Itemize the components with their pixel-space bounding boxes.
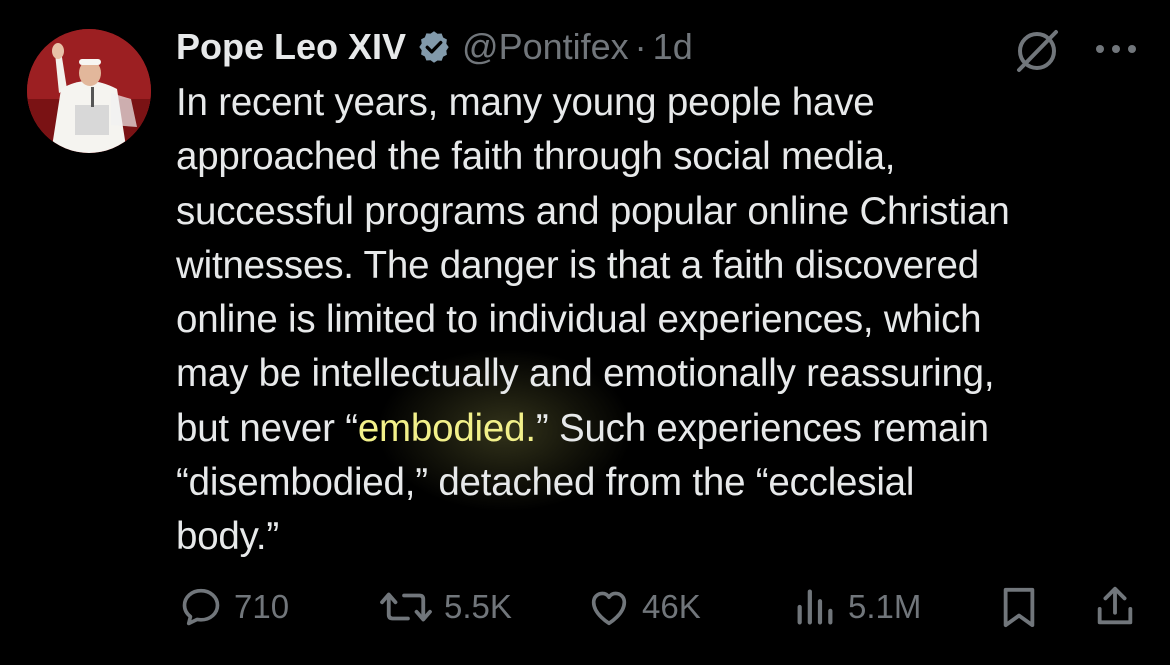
like-button[interactable]: 46K (586, 584, 701, 630)
tweet[interactable]: Pope Leo XIV @Pontifex · 1d In recent ye… (0, 0, 1170, 665)
views-button[interactable]: 5.1M (792, 584, 921, 630)
share-icon (1097, 586, 1133, 625)
post-text-line: but never “embodied.” Such experiences r… (176, 402, 1146, 456)
repost-icon (380, 592, 432, 622)
verified-badge-icon (416, 29, 452, 65)
post-text-line: may be intellectually and emotionally re… (176, 352, 995, 396)
timestamp[interactable]: 1d (653, 24, 693, 70)
post-text-segment: but never “ (176, 406, 358, 450)
separator-dot: · (634, 26, 647, 67)
avatar[interactable] (27, 29, 151, 153)
display-name[interactable]: Pope Leo XIV (176, 24, 406, 70)
post-text: In recent years, many young people have … (176, 76, 1146, 565)
post-text-line: In recent years, many young people have (176, 81, 875, 124)
bookmark-button[interactable] (998, 584, 1040, 630)
reply-count: 710 (234, 588, 290, 625)
heart-icon (591, 591, 627, 626)
like-count: 46K (642, 588, 701, 625)
post-text-line: successful programs and popular online C… (176, 189, 1010, 233)
highlighted-word: embodied. (357, 406, 536, 450)
post-text-line: body.” (176, 515, 279, 559)
share-button[interactable] (1092, 584, 1138, 630)
post-text-line: “disembodied,” detached from the “eccles… (176, 461, 915, 505)
repost-button[interactable]: 5.5K (378, 584, 512, 630)
grok-icon[interactable] (1012, 26, 1062, 76)
reply-button[interactable]: 710 (178, 584, 289, 630)
post-text-line: online is limited to individual experien… (176, 298, 982, 342)
more-icon[interactable] (1092, 36, 1140, 62)
post-header: Pope Leo XIV @Pontifex · 1d (176, 24, 693, 70)
views-count: 5.1M (848, 588, 922, 625)
handle[interactable]: @Pontifex (462, 24, 629, 70)
post-text-line: approached the faith through social medi… (176, 135, 896, 179)
reply-icon (182, 588, 220, 626)
bookmark-icon (1003, 587, 1035, 628)
post-text-line: witnesses. The danger is that a faith di… (176, 243, 979, 287)
avatar-image (27, 29, 151, 153)
post-text-segment: ” Such experiences remain (535, 406, 989, 450)
repost-count: 5.5K (444, 588, 512, 625)
views-chart-icon (797, 589, 833, 625)
action-bar: 710 5.5K 46K 5.1M (0, 584, 1170, 630)
